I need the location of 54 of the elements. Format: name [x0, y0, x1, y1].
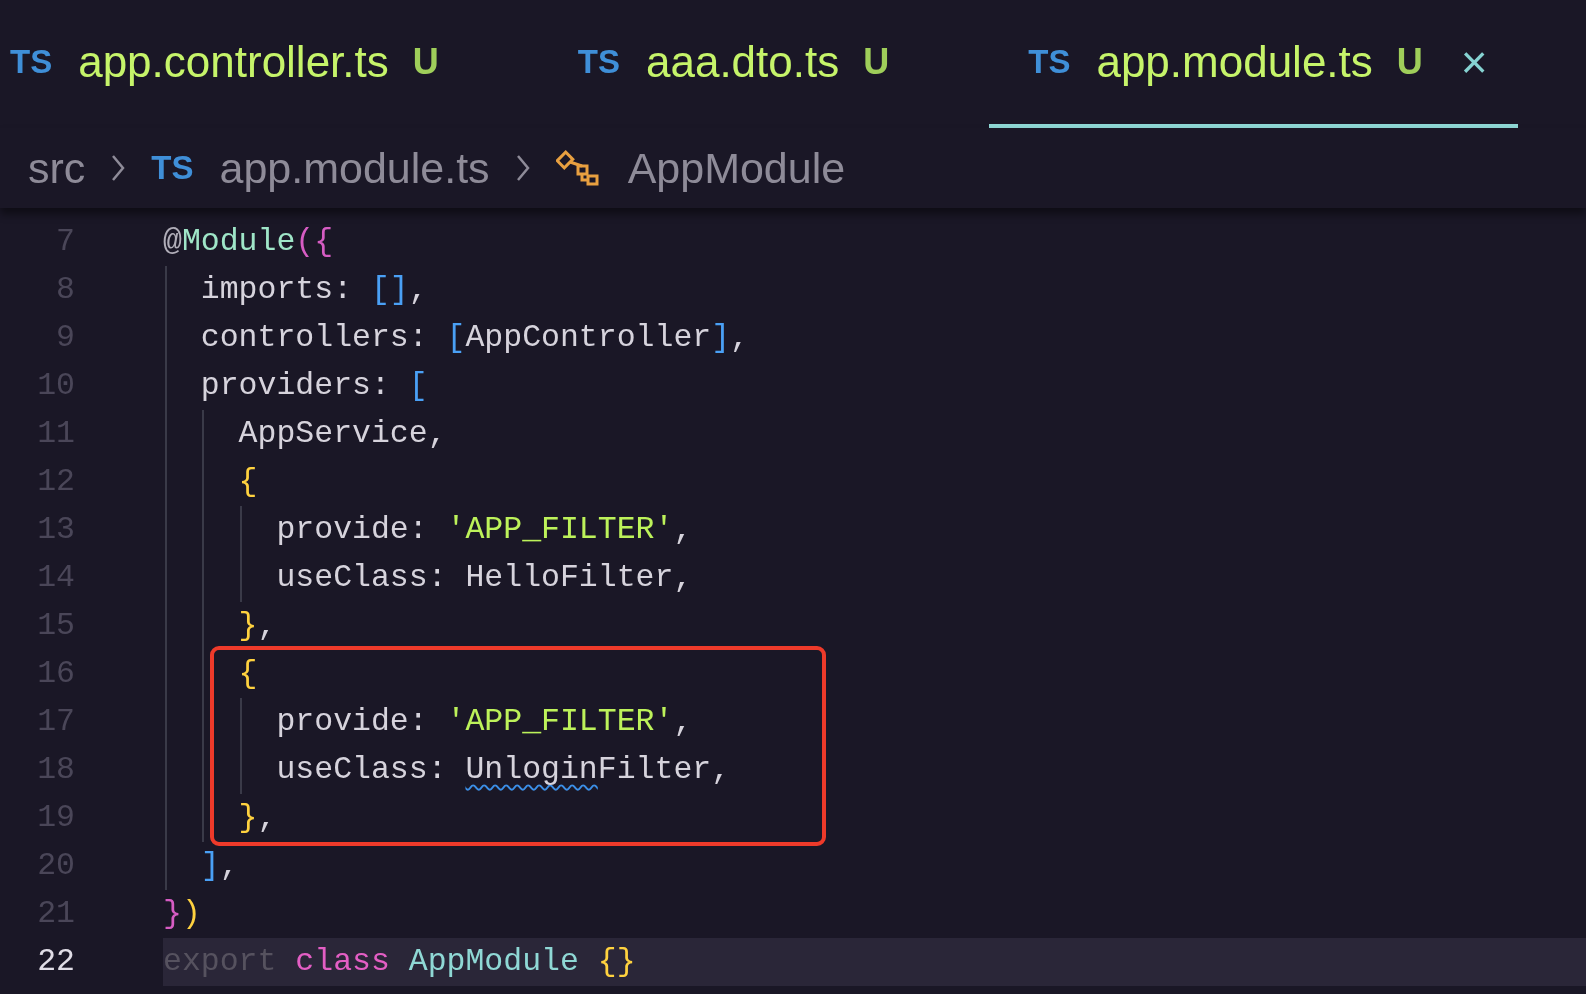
code-token: class [294, 943, 390, 982]
code-token: , [219, 847, 239, 886]
code-token: , [257, 799, 277, 838]
close-icon[interactable]: × [1460, 39, 1488, 85]
breadcrumb-item[interactable]: src [28, 135, 86, 201]
code-token: , [730, 319, 749, 358]
typescript-file-icon: TS [151, 143, 194, 193]
code-token: useClass: HelloFilter, [275, 559, 693, 598]
code-token: Filter, [597, 751, 731, 790]
code-token: { [237, 655, 258, 694]
code-token: AppService, [237, 415, 447, 454]
code-token: ) [181, 895, 201, 934]
code-token: @ [163, 223, 182, 262]
code-token: {} [596, 943, 636, 982]
code-token: imports: [199, 271, 354, 310]
chevron-right-icon [111, 154, 126, 182]
code-token: provide: [275, 703, 429, 742]
code-token: providers: [199, 367, 391, 406]
typescript-file-icon: TS [1028, 37, 1071, 87]
editor-tab[interactable]: TS app.module.ts U × [989, 0, 1518, 128]
line-number: 22 [36, 943, 75, 982]
breadcrumb-item[interactable]: app.module.ts [219, 135, 490, 201]
code-token: ] [711, 319, 731, 358]
chevron-right-icon [515, 154, 530, 182]
code-token: [] [370, 271, 409, 310]
code-token: useClass: [275, 751, 448, 790]
typescript-file-icon: TS [10, 37, 53, 87]
code-token: } [163, 895, 182, 934]
code-token: [ [446, 319, 466, 358]
code-token: , [257, 607, 277, 646]
code-token: provide: [275, 511, 429, 550]
code-token: AppModule [407, 943, 579, 982]
code-token: , [673, 703, 693, 742]
code-token: 'APP_FILTER' [446, 511, 674, 550]
editor-tab[interactable]: TS app.controller.ts U [0, 0, 539, 128]
code-token: } [237, 607, 258, 646]
status-letter: U [863, 40, 890, 84]
code-token: AppController [465, 319, 712, 358]
typescript-file-icon: TS [577, 37, 620, 87]
code-token: , [408, 271, 428, 310]
breadcrumb-item[interactable]: AppModule [627, 135, 846, 201]
code-token: } [237, 799, 258, 838]
error-underlined-code: Unlogin [465, 751, 598, 790]
code-token: ] [199, 847, 220, 886]
code-token: , [673, 511, 693, 550]
code-token: { [237, 463, 258, 502]
status-letter: U [412, 40, 439, 84]
code-token: controllers: [199, 319, 429, 358]
editor-tab[interactable]: TS aaa.dto.ts U [538, 0, 990, 128]
code-token: 'APP_FILTER' [446, 703, 674, 742]
status-letter: U [1396, 40, 1423, 84]
code-token: Module [181, 223, 296, 262]
code-token: ({ [295, 223, 334, 262]
code-token: [ [408, 367, 428, 406]
